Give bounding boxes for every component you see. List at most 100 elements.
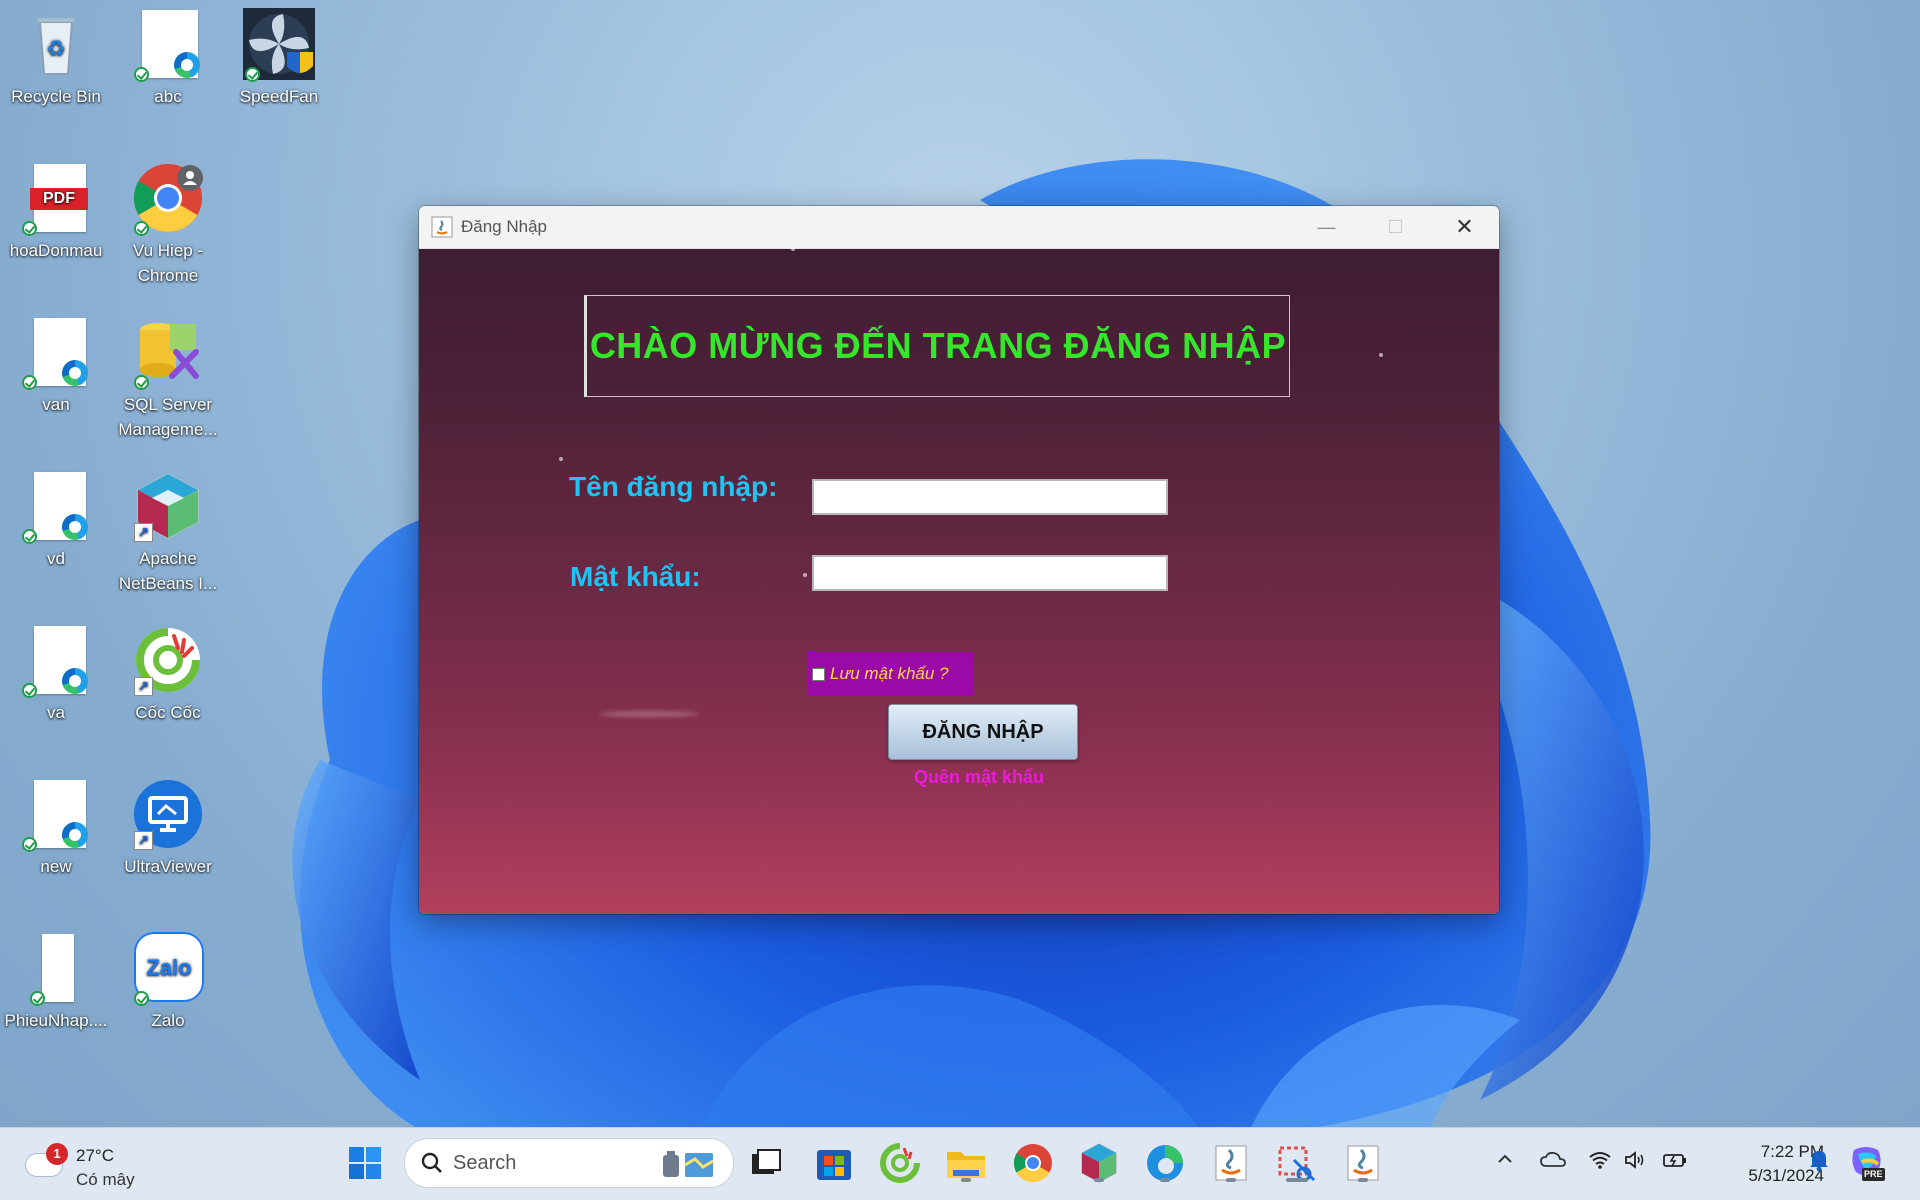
chevron-up-icon[interactable] — [1496, 1150, 1514, 1174]
sync-status-icon — [134, 375, 149, 390]
speedfan-icon — [243, 8, 315, 82]
pdf-badge: PDF — [30, 188, 88, 210]
desktop-icon-netbeans[interactable]: ↗ Apache NetBeans I... — [114, 466, 222, 596]
username-input[interactable] — [812, 479, 1168, 515]
login-button[interactable]: ĐĂNG NHẬP — [888, 704, 1078, 760]
sync-status-icon — [22, 683, 37, 698]
taskbar-java-app-2[interactable] — [1340, 1140, 1386, 1186]
edge-document-icon — [20, 470, 92, 544]
coccoc-icon: ↗ — [132, 624, 204, 696]
java-icon — [431, 216, 453, 238]
copilot-icon[interactable]: PRE — [1848, 1142, 1886, 1186]
desktop-icon-label: va — [47, 703, 65, 722]
notification-bell-icon[interactable] — [1808, 1148, 1830, 1178]
ultraviewer-icon: ↗ — [132, 778, 204, 850]
battery-icon[interactable] — [1662, 1150, 1688, 1176]
window-titlebar[interactable]: Đăng Nhập — ☐ ✕ — [419, 206, 1499, 249]
taskbar-snipping-tool[interactable] — [1274, 1140, 1320, 1186]
light-streak — [599, 711, 699, 717]
desktop-icon-ultraviewer[interactable]: ↗ UltraViewer — [114, 774, 222, 879]
welcome-banner: CHÀO MỪNG ĐẾN TRANG ĐĂNG NHẬP — [584, 295, 1290, 397]
remember-password-label: Lưu mật khẩu ? — [830, 664, 949, 683]
recycle-bin-icon: ♻ — [20, 8, 92, 80]
checkbox-box[interactable] — [812, 667, 825, 681]
edge-icon — [62, 514, 88, 540]
desktop-icon-label: abc — [154, 87, 182, 106]
window-title: Đăng Nhập — [461, 217, 548, 236]
volume-icon[interactable] — [1624, 1150, 1648, 1176]
search-placeholder: Search — [453, 1151, 517, 1174]
desktop-icon-label: hoaDonmau — [9, 241, 103, 260]
weather-widget[interactable]: 1 27°C Có mây — [22, 1140, 162, 1190]
desktop-icon-vd[interactable]: vd — [2, 466, 110, 571]
edge-document-icon — [132, 8, 204, 82]
desktop-icon-label: Recycle Bin — [11, 87, 101, 106]
taskbar-coccoc[interactable] — [877, 1140, 923, 1186]
edge-document-icon — [20, 316, 92, 390]
edge-document-icon — [20, 778, 92, 852]
desktop-icon-label: SpeedFan — [239, 87, 319, 106]
desktop-icon-va[interactable]: va — [2, 620, 110, 725]
remember-password-checkbox[interactable]: Lưu mật khẩu ? — [808, 652, 973, 696]
weather-description: Có mây — [76, 1170, 135, 1189]
edge-icon — [62, 822, 88, 848]
desktop-icon-recycle-bin[interactable]: ♻ Recycle Bin — [2, 4, 110, 109]
notification-badge: 1 — [46, 1143, 68, 1165]
login-panel: CHÀO MỪNG ĐẾN TRANG ĐĂNG NHẬP Tên đăng n… — [419, 247, 1499, 914]
store-icon — [817, 1150, 851, 1180]
sync-status-icon — [134, 67, 149, 82]
username-label: Tên đăng nhập: — [569, 471, 778, 502]
desktop-icon-label: van — [42, 395, 70, 414]
maximize-button[interactable]: ☐ — [1361, 206, 1430, 248]
desktop-icon-coccoc[interactable]: ↗ Cốc Cốc — [114, 620, 222, 725]
taskbar-file-explorer[interactable] — [943, 1140, 989, 1186]
edge-icon — [174, 52, 200, 78]
sync-status-icon — [22, 221, 37, 236]
taskbar-task-view[interactable] — [744, 1140, 790, 1186]
desktop-icon-label: UltraViewer — [124, 857, 212, 876]
desktop-icon-label: vd — [47, 549, 65, 568]
start-button[interactable] — [342, 1140, 388, 1186]
taskbar-microsoft-store[interactable] — [811, 1140, 857, 1186]
sync-status-icon — [134, 221, 149, 236]
desktop-icon-zalo[interactable]: Zalo Zalo — [114, 928, 222, 1033]
desktop-icon-chrome-profile[interactable]: Vu Hiep - Chrome — [114, 158, 222, 288]
zalo-icon: Zalo — [132, 932, 204, 1006]
wifi-icon[interactable] — [1588, 1150, 1612, 1176]
taskbar-java-app-1[interactable] — [1208, 1140, 1254, 1186]
edge-document-icon — [20, 624, 92, 698]
onedrive-icon[interactable] — [1540, 1150, 1566, 1174]
edge-icon — [62, 360, 88, 386]
desktop-icon-phieunhap[interactable]: PhieuNhap.... — [2, 928, 110, 1033]
sync-status-icon — [22, 529, 37, 544]
password-input[interactable] — [812, 555, 1168, 591]
desktop-icon-abc[interactable]: abc — [114, 4, 222, 109]
minimize-button[interactable]: — — [1292, 206, 1361, 248]
desktop-icon-van[interactable]: van — [2, 312, 110, 417]
welcome-title: CHÀO MỪNG ĐẾN TRANG ĐĂNG NHẬP — [589, 325, 1287, 366]
taskbar: 1 27°C Có mây Search 7:22 PM 5/31/2024 P… — [0, 1127, 1920, 1200]
password-label: Mật khẩu: — [570, 561, 701, 592]
desktop-icon-label: PhieuNhap.... — [4, 1011, 108, 1030]
shortcut-arrow-icon: ↗ — [134, 677, 153, 696]
sync-status-icon — [134, 991, 149, 1006]
sync-status-icon — [22, 375, 37, 390]
coccoc-icon — [880, 1143, 920, 1183]
sql-server-icon — [132, 316, 204, 390]
pre-badge: PRE — [1862, 1168, 1885, 1181]
desktop-icon-hoadonmau[interactable]: PDF hoaDonmau — [2, 158, 110, 263]
sync-status-icon — [245, 67, 260, 82]
pdf-file-icon: PDF — [20, 162, 92, 236]
taskbar-netbeans[interactable] — [1076, 1140, 1122, 1186]
desktop-icon-label: new — [40, 857, 72, 876]
forgot-password-link[interactable]: Quên mật khẩu — [914, 767, 1044, 788]
taskbar-edge[interactable] — [1142, 1140, 1188, 1186]
desktop-icon-ssms[interactable]: SQL Server Manageme... — [114, 312, 222, 442]
desktop-icon-new[interactable]: new — [2, 774, 110, 879]
document-icon — [20, 932, 92, 1006]
close-button[interactable]: ✕ — [1430, 206, 1499, 248]
desktop-icon-speedfan[interactable]: SpeedFan — [225, 4, 333, 109]
taskbar-chrome[interactable] — [1010, 1140, 1056, 1186]
desktop-icon-label: Zalo — [151, 1011, 185, 1030]
taskbar-search[interactable]: Search — [404, 1138, 734, 1188]
